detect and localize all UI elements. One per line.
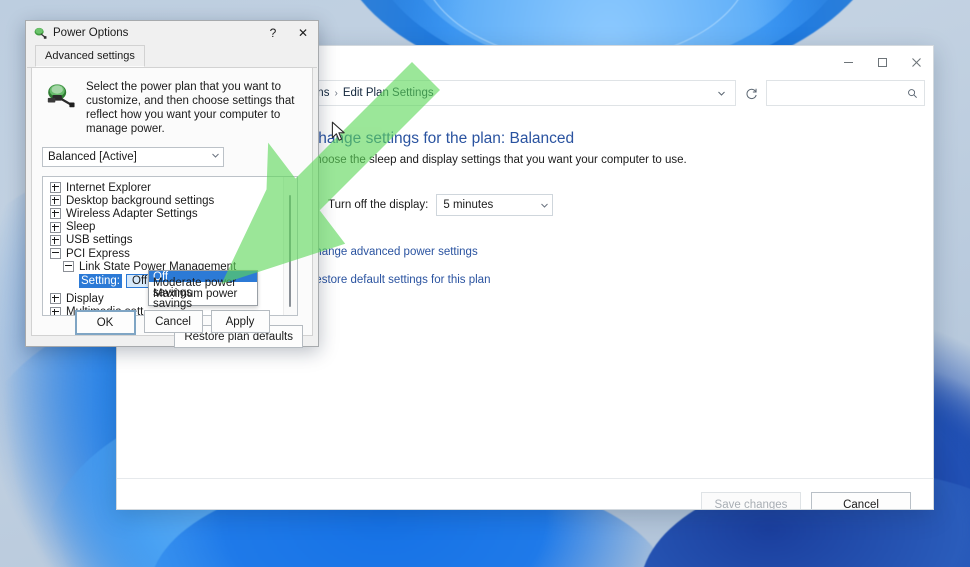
dialog-intro: Select the power plan that you want to c… <box>40 76 304 136</box>
expand-icon[interactable] <box>50 208 61 219</box>
close-icon[interactable]: ✕ <box>288 22 318 45</box>
tree-item-desktop-background-settings[interactable]: Desktop background settings <box>43 194 297 207</box>
link-restore-default-settings[interactable]: Restore default settings for this plan <box>307 274 899 286</box>
dropdown-option-maximum-power-savings[interactable]: Maximum power savings <box>149 294 257 305</box>
tree-item-label: Desktop background settings <box>66 195 214 207</box>
tree-item-sleep[interactable]: Sleep <box>43 221 297 234</box>
dialog-buttons: OK Cancel Apply <box>27 310 317 335</box>
power-options-dialog: Power Options ? ✕ Advanced settings <box>25 20 319 347</box>
collapse-icon[interactable] <box>50 248 61 259</box>
close-icon[interactable] <box>899 46 933 78</box>
tree-item-label: PCI Express <box>66 248 130 260</box>
battery-plug-icon <box>44 80 76 136</box>
tree-item-wireless-adapter-settings[interactable]: Wireless Adapter Settings <box>43 207 297 220</box>
scrollbar-thumb[interactable] <box>289 195 291 307</box>
tab-advanced-settings[interactable]: Advanced settings <box>35 45 145 67</box>
expand-icon[interactable] <box>50 182 61 193</box>
dialog-tabstrip: Advanced settings <box>27 45 317 68</box>
power-plug-icon <box>33 26 47 40</box>
save-changes-button[interactable]: Save changes <box>701 492 801 511</box>
dialog-cancel-button[interactable]: Cancel <box>144 310 203 333</box>
power-plan-value: Balanced [Active] <box>48 151 137 163</box>
chevron-down-icon[interactable] <box>711 89 731 98</box>
turn-off-display-select[interactable]: 5 minutes <box>436 194 553 216</box>
collapse-icon[interactable] <box>63 261 74 272</box>
search-icon <box>907 88 918 99</box>
expand-icon[interactable] <box>50 222 61 233</box>
ok-button[interactable]: OK <box>75 310 136 335</box>
tree-item-label: Display <box>66 293 104 305</box>
maximize-icon[interactable] <box>865 46 899 78</box>
chevron-down-icon <box>540 201 549 210</box>
link-state-value: Off <box>132 275 147 287</box>
tree-item-label: USB settings <box>66 234 132 246</box>
expand-icon[interactable] <box>50 195 61 206</box>
chevron-down-icon <box>211 151 220 163</box>
tree-item-label: Wireless Adapter Settings <box>66 208 198 220</box>
help-button[interactable]: ? <box>258 22 288 45</box>
search-input[interactable] <box>773 86 907 100</box>
tree-scrollbar[interactable] <box>283 177 297 315</box>
dialog-title: Power Options <box>53 27 258 39</box>
turn-off-display-label: Turn off the display: <box>328 199 428 211</box>
plan-settings-footer: Save changes Cancel <box>117 478 933 510</box>
tree-item-usb-settings[interactable]: USB settings <box>43 234 297 247</box>
setting-label: Setting: <box>79 274 122 288</box>
dialog-intro-text: Select the power plan that you want to c… <box>86 80 300 136</box>
tree-item-label: Sleep <box>66 221 95 233</box>
tree-item-label: Internet Explorer <box>66 182 151 194</box>
turn-off-display-value: 5 minutes <box>443 199 493 211</box>
minimize-icon[interactable] <box>831 46 865 78</box>
expand-icon[interactable] <box>50 293 61 304</box>
tree-item-internet-explorer[interactable]: Internet Explorer <box>43 181 297 194</box>
expand-icon[interactable] <box>50 235 61 246</box>
link-change-advanced-power-settings[interactable]: Change advanced power settings <box>307 246 899 258</box>
refresh-icon[interactable] <box>741 87 761 100</box>
breadcrumb-item-edit-plan-settings[interactable]: Edit Plan Settings <box>343 87 434 99</box>
cancel-button[interactable]: Cancel <box>811 492 911 511</box>
turn-off-display-row: Turn off the display: 5 minutes <box>307 194 899 216</box>
link-state-dropdown-list[interactable]: Off Moderate power savings Maximum power… <box>148 270 258 306</box>
search-box[interactable] <box>766 80 925 106</box>
breadcrumb-separator: › <box>334 88 337 99</box>
power-plan-select[interactable]: Balanced [Active] <box>42 147 224 167</box>
apply-button[interactable]: Apply <box>211 310 270 333</box>
page-title: Change settings for the plan: Balanced <box>307 130 899 148</box>
dialog-titlebar: Power Options ? ✕ <box>26 21 318 45</box>
tree-item-pci-express[interactable]: PCI Express <box>43 247 297 260</box>
page-subtitle: Choose the sleep and display settings th… <box>307 154 899 166</box>
